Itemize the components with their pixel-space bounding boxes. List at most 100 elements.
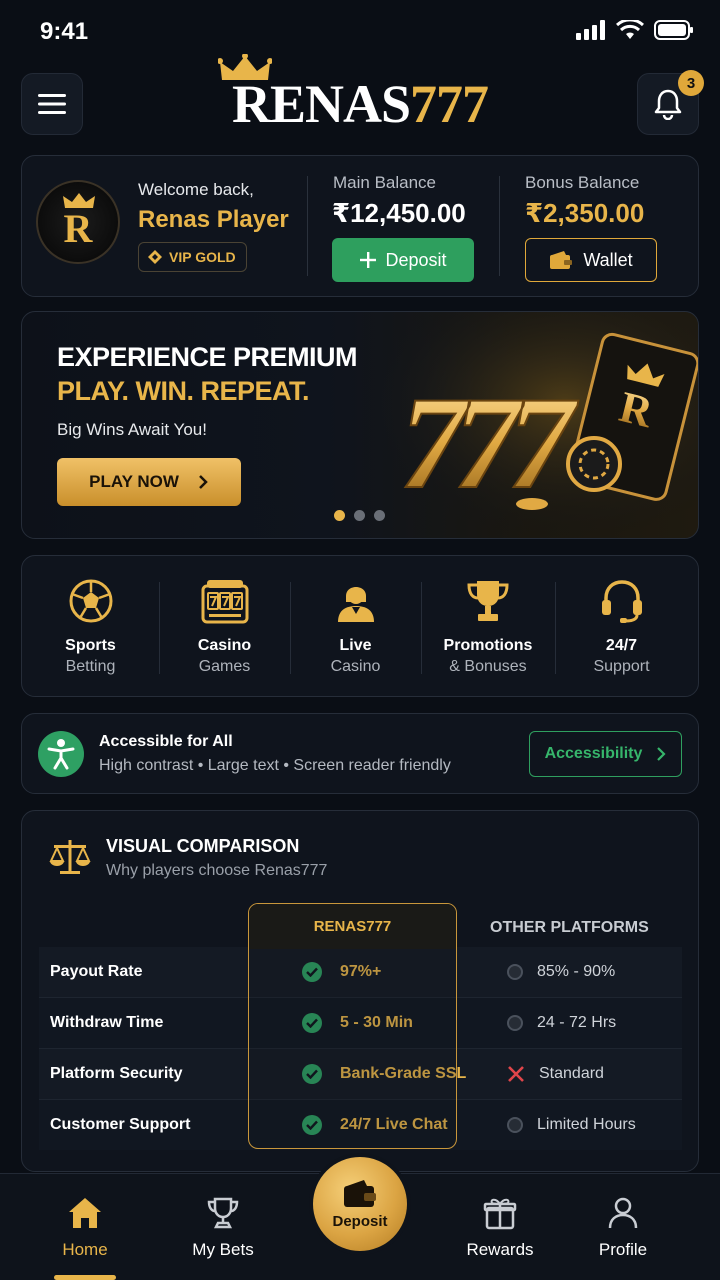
carousel-dot[interactable]: [354, 510, 365, 521]
category-casino-games[interactable]: Casino Games: [159, 556, 290, 698]
comparison-title: VISUAL COMPARISON: [106, 836, 300, 856]
battery-icon: [654, 20, 693, 40]
carousel-dot-active[interactable]: [334, 510, 345, 521]
category-title: 24/7: [605, 637, 638, 654]
nav-my-bets[interactable]: My Bets: [163, 1174, 283, 1280]
wallet-icon: [344, 1179, 376, 1207]
nav-rewards[interactable]: Rewards: [440, 1174, 560, 1280]
notifications-button[interactable]: 3: [637, 70, 704, 135]
nav-home[interactable]: Home: [25, 1174, 145, 1280]
plus-icon: [360, 252, 377, 268]
deposit-button[interactable]: Deposit: [332, 238, 474, 282]
art-777: 777: [400, 369, 579, 516]
notification-badge: 3: [678, 70, 704, 96]
category-title: Promotions: [443, 637, 533, 654]
banner-subtitle: Big Wins Await You!: [57, 420, 207, 439]
avatar-crown-icon: [63, 193, 95, 208]
play-now-button[interactable]: PLAY NOW: [57, 458, 241, 506]
carousel-dot[interactable]: [374, 510, 385, 521]
category-subtitle: Games: [198, 658, 251, 675]
soccer-ball-icon: [69, 579, 112, 623]
headset-icon: [601, 580, 642, 623]
nav-active-indicator: [54, 1275, 116, 1280]
category-subtitle: Betting: [65, 658, 116, 675]
accessibility-title: Accessible for All: [99, 733, 233, 750]
chevron-right-icon: [657, 747, 666, 761]
wallet-button[interactable]: Wallet: [525, 238, 657, 282]
neutral-circle-icon: [507, 1117, 523, 1133]
wallet-icon: [550, 251, 573, 269]
slot-777-illustration: R 777: [362, 312, 698, 538]
accessibility-icon: [38, 731, 84, 777]
other-value: 85% - 90%: [507, 947, 615, 997]
category-support[interactable]: 24/7 Support: [555, 556, 688, 698]
user-icon: [608, 1197, 638, 1229]
category-subtitle: & Bonuses: [449, 658, 527, 675]
row-label: Payout Rate: [50, 963, 143, 980]
banner-tagline: PLAY. WIN. REPEAT.: [57, 376, 310, 406]
signal-icon: [576, 20, 605, 40]
other-column-header: OTHER PLATFORMS: [490, 919, 649, 936]
deposit-fab-label: Deposit: [332, 1212, 388, 1230]
crown-icon: [218, 54, 272, 80]
neutral-circle-icon: [507, 964, 523, 980]
deposit-fab-button[interactable]: Deposit: [313, 1157, 407, 1251]
category-subtitle: Support: [593, 658, 650, 675]
trophy-outline-icon: [207, 1197, 239, 1229]
category-title: Casino: [197, 637, 252, 654]
main-balance-label: Main Balance: [333, 173, 437, 192]
account-card: R Welcome back, Renas Player VIP GOLD Ma…: [21, 155, 699, 297]
comparison-subtitle: Why players choose Renas777: [106, 862, 328, 879]
category-live-casino[interactable]: Live Casino: [290, 556, 421, 698]
accessibility-card: Accessible for All High contrast • Large…: [21, 713, 699, 794]
other-text: Limited Hours: [537, 1116, 636, 1133]
nav-rewards-label: Rewards: [466, 1240, 534, 1259]
other-text: Standard: [539, 1065, 604, 1082]
x-mark-icon: [508, 1066, 524, 1082]
home-icon: [69, 1198, 101, 1228]
avatar-letter: R: [63, 205, 93, 251]
category-title: Live: [339, 637, 372, 654]
diamond-icon: [148, 250, 162, 264]
carousel-dots: [334, 510, 385, 521]
category-promotions[interactable]: Promotions & Bonuses: [421, 556, 555, 698]
accessibility-button[interactable]: Accessibility: [529, 731, 682, 777]
other-value: Limited Hours: [507, 1100, 636, 1150]
renas-column-header: RENAS777: [249, 904, 456, 949]
promo-banner[interactable]: EXPERIENCE PREMIUM PLAY. WIN. REPEAT. Bi…: [21, 311, 699, 539]
player-name: Renas Player: [138, 206, 289, 233]
bonus-balance-label: Bonus Balance: [525, 173, 640, 192]
wifi-icon: [616, 20, 644, 39]
trophy-icon: [467, 581, 509, 621]
other-value: Standard: [507, 1049, 604, 1099]
category-subtitle: Casino: [330, 658, 381, 675]
banner-headline: EXPERIENCE PREMIUM: [57, 342, 358, 372]
logo-text: RENAS777: [232, 76, 489, 132]
status-icons: [576, 20, 694, 40]
bell-icon: [654, 89, 682, 120]
nav-my-bets-label: My Bets: [192, 1240, 254, 1259]
vip-label: VIP GOLD: [169, 249, 236, 265]
deposit-label: Deposit: [385, 249, 447, 270]
vip-badge: VIP GOLD: [138, 242, 247, 272]
slot-machine-icon: [201, 580, 248, 624]
category-title: Sports: [65, 637, 116, 654]
category-sports-betting[interactable]: Sports Betting: [22, 556, 159, 698]
other-text: 24 - 72 Hrs: [537, 1014, 617, 1031]
other-text: 85% - 90%: [537, 963, 616, 980]
bonus-balance-value: ₹2,350.00: [525, 198, 645, 228]
other-value: 24 - 72 Hrs: [507, 998, 616, 1048]
neutral-circle-icon: [507, 1015, 523, 1031]
gift-icon: [483, 1198, 517, 1230]
row-label: Withdraw Time: [50, 1014, 164, 1031]
renas-column-highlight: RENAS777: [248, 903, 457, 1149]
nav-home-label: Home: [62, 1240, 108, 1259]
status-time: 9:41: [40, 18, 89, 45]
accessibility-subtitle: High contrast • Large text • Screen read…: [99, 757, 451, 774]
logo: RENAS777: [0, 54, 720, 132]
nav-profile[interactable]: Profile: [563, 1174, 683, 1280]
comparison-card: VISUAL COMPARISON Why players choose Ren…: [21, 810, 699, 1172]
avatar[interactable]: R: [36, 180, 120, 264]
play-now-label: PLAY NOW: [89, 472, 179, 491]
scale-icon: [49, 840, 91, 874]
